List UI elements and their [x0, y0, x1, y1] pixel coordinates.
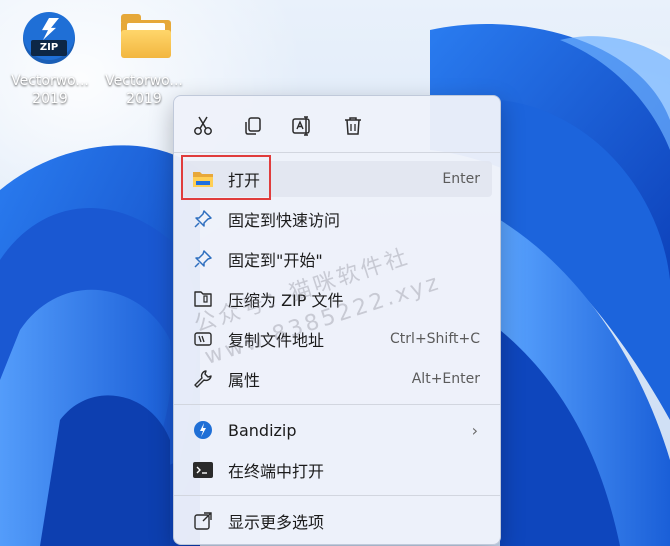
copy-button[interactable] [237, 110, 269, 142]
menu-item-compress-zip[interactable]: 压缩为 ZIP 文件 [182, 281, 492, 317]
menu-item-bandizip[interactable]: Bandizip › [182, 412, 492, 448]
rename-icon [292, 116, 310, 136]
trash-icon [345, 117, 361, 135]
highlight-box [181, 155, 271, 200]
terminal-icon [192, 459, 214, 481]
folder-icon [121, 14, 171, 58]
context-menu-toolbar [174, 96, 500, 152]
cut-button[interactable] [187, 110, 219, 142]
menu-separator [174, 404, 500, 405]
menu-item-label: 属性 [228, 371, 261, 390]
bandizip-icon [192, 419, 214, 441]
menu-item-label: 复制文件地址 [228, 331, 325, 350]
menu-item-label: 显示更多选项 [228, 513, 325, 532]
menu-item-shortcut: Ctrl+Shift+C [390, 331, 480, 347]
delete-button[interactable] [337, 110, 369, 142]
zip-folder-icon [192, 288, 214, 310]
menu-item-properties[interactable]: 属性 Alt+Enter [182, 361, 492, 397]
wrench-icon [192, 368, 214, 390]
menu-item-label: 在终端中打开 [228, 462, 325, 481]
bandizip-archive-icon: ZIP [23, 12, 75, 64]
desktop-icon-label: Vectorwo... [105, 73, 183, 89]
desktop-icon-folder[interactable]: Vectorwo... 2019 [98, 12, 190, 108]
menu-item-open-terminal[interactable]: 在终端中打开 [182, 452, 492, 488]
zip-badge: ZIP [31, 40, 67, 56]
copy-icon [245, 117, 261, 135]
rename-button[interactable] [286, 110, 318, 142]
menu-item-pin-start[interactable]: 固定到"开始" [182, 241, 492, 277]
more-options-icon [192, 510, 214, 532]
menu-item-label: Bandizip [228, 420, 297, 440]
pin-icon [192, 248, 214, 270]
path-copy-icon [192, 328, 214, 350]
menu-item-shortcut: Alt+Enter [411, 371, 480, 387]
menu-item-label: 固定到"开始" [228, 251, 323, 270]
menu-item-pin-quick-access[interactable]: 固定到快速访问 [182, 201, 492, 237]
desktop-icon-zip[interactable]: ZIP Vectorwo... 2019 [4, 12, 96, 108]
menu-item-copy-path[interactable]: 复制文件地址 Ctrl+Shift+C [182, 321, 492, 357]
scissors-icon [194, 116, 212, 135]
desktop-icon-label-line2: 2019 [32, 91, 68, 107]
desktop-icon-label: Vectorwo... [11, 73, 89, 89]
menu-item-label: 固定到快速访问 [228, 211, 341, 230]
menu-item-shortcut: Enter [442, 171, 480, 187]
menu-separator [174, 152, 500, 153]
pin-icon [192, 208, 214, 230]
menu-item-show-more-options[interactable]: 显示更多选项 [182, 503, 492, 539]
menu-separator [174, 495, 500, 496]
chevron-right-icon: › [471, 420, 478, 440]
menu-item-label: 压缩为 ZIP 文件 [228, 291, 344, 310]
